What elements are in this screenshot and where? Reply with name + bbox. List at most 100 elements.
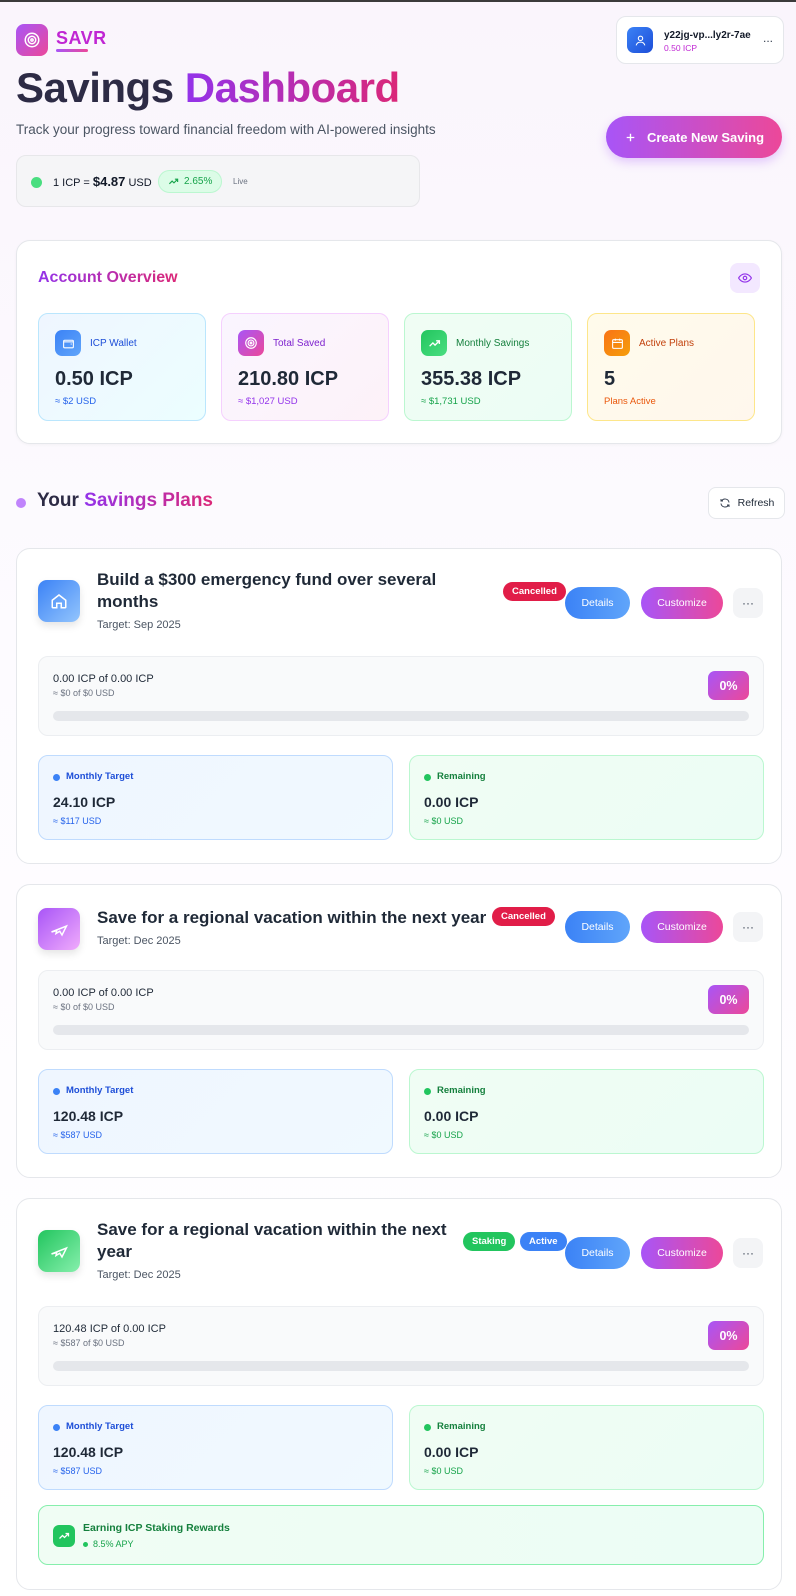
remaining-value: 0.00 ICP (424, 1444, 479, 1460)
remaining-label: Remaining (437, 771, 486, 782)
customize-button[interactable]: Customize (641, 587, 723, 619)
staking-rewards-title: Earning ICP Staking Rewards (83, 1522, 230, 1534)
create-new-saving-button[interactable]: Create New Saving (606, 116, 782, 158)
savr-logo[interactable] (16, 24, 48, 56)
toggle-visibility-button[interactable] (730, 263, 760, 293)
target-icon (24, 32, 40, 48)
icp-price-value: $4.87 (92, 174, 126, 189)
icp-price-unit: USD (128, 177, 152, 189)
stat-subvalue: ≈ $2 USD (55, 396, 97, 407)
monthly-target-label: Monthly Target (66, 1421, 134, 1432)
wallet-icon (55, 330, 81, 356)
eye-icon (738, 273, 752, 283)
user-menu-more-icon[interactable]: ... (763, 31, 773, 45)
more-options-button[interactable]: ··· (733, 912, 763, 942)
more-options-button[interactable]: ··· (733, 588, 763, 618)
stat-subvalue: ≈ $1,027 USD (238, 396, 298, 407)
user-principal-id: y22jg-vp...ly2r-7ae (664, 30, 751, 41)
trending-up-icon (53, 1525, 75, 1547)
status-badge-active: Active (520, 1232, 567, 1251)
icp-price-label: 1 ICP = (53, 177, 93, 189)
progress-amount: 0.00 ICP of 0.00 ICP (53, 987, 154, 999)
plan-target-date: Target: Dec 2025 (97, 1269, 181, 1281)
monthly-target-panel: Monthly Target 24.10 ICP ≈ $117 USD (38, 755, 393, 840)
price-change-value: 2.65% (184, 176, 213, 187)
remaining-panel: Remaining 0.00 ICP ≈ $0 USD (409, 755, 764, 840)
refresh-button[interactable]: Refresh (708, 487, 785, 519)
progress-amount: 0.00 ICP of 0.00 ICP (53, 673, 154, 685)
account-overview-card: Account Overview ICP Wallet 0.50 ICP ≈ $… (16, 240, 782, 444)
refresh-label: Refresh (737, 497, 775, 509)
plane-icon (38, 908, 80, 950)
remaining-usd: ≈ $0 USD (424, 816, 463, 826)
monthly-target-panel: Monthly Target 120.48 ICP ≈ $587 USD (38, 1069, 393, 1154)
status-badge-cancelled: Cancelled (492, 907, 555, 926)
remaining-value: 0.00 ICP (424, 794, 479, 810)
progress-percent-badge: 0% (708, 1321, 749, 1350)
target-icon (238, 330, 264, 356)
monthly-target-dot (53, 774, 60, 781)
plan-title: Build a $300 emergency fund over several… (97, 570, 437, 611)
page-title: Savings Dashboard (16, 64, 400, 112)
monthly-target-value: 120.48 ICP (53, 1444, 124, 1460)
stat-value: 210.80 ICP (238, 368, 339, 390)
trending-up-icon (421, 330, 447, 356)
stat-total-saved: Total Saved 210.80 ICP ≈ $1,027 USD (221, 313, 389, 421)
live-label: Live (233, 177, 248, 186)
savings-plan-card: Save for a regional vacation within the … (16, 884, 782, 1178)
staking-rewards-panel: Earning ICP Staking Rewards 8.5% APY (38, 1505, 764, 1565)
trending-up-icon (168, 178, 179, 185)
savings-plan-card: Build a $300 emergency fund over several… (16, 548, 782, 864)
stat-label: ICP Wallet (90, 338, 137, 349)
monthly-target-dot (53, 1088, 60, 1095)
home-icon (38, 580, 80, 622)
progress-bar (53, 1025, 749, 1035)
monthly-target-value: 120.48 ICP (53, 1108, 124, 1124)
progress-bar (53, 1361, 749, 1371)
monthly-target-usd: ≈ $117 USD (53, 816, 102, 826)
stat-value: 0.50 ICP (55, 368, 133, 390)
remaining-dot (424, 774, 431, 781)
staking-apy: 8.5% APY (93, 1539, 134, 1549)
plan-title: Save for a regional vacation within the … (97, 1220, 447, 1261)
page-subtitle: Track your progress toward financial fre… (16, 122, 436, 137)
live-status-dot (31, 177, 42, 188)
remaining-usd: ≈ $0 USD (424, 1466, 463, 1476)
status-badge-staking: Staking (463, 1232, 516, 1251)
page-title-prefix: Savings (16, 64, 174, 111)
stat-label: Total Saved (273, 338, 326, 349)
details-button[interactable]: Details (565, 1237, 630, 1269)
stat-monthly-savings: Monthly Savings 355.38 ICP ≈ $1,731 USD (404, 313, 572, 421)
plus-icon (626, 133, 635, 141)
customize-button[interactable]: Customize (641, 1237, 723, 1269)
monthly-target-dot (53, 1424, 60, 1431)
savings-plans-title-prefix: Your (37, 490, 79, 511)
icp-price-ticker: 1 ICP = $4.87 USD 2.65% Live (16, 155, 420, 207)
plan-target-date: Target: Dec 2025 (97, 935, 181, 947)
stat-label: Active Plans (639, 338, 695, 349)
remaining-usd: ≈ $0 USD (424, 1130, 463, 1140)
remaining-panel: Remaining 0.00 ICP ≈ $0 USD (409, 1405, 764, 1490)
savings-plan-card: Save for a regional vacation within the … (16, 1198, 782, 1590)
monthly-target-value: 24.10 ICP (53, 794, 116, 810)
stat-active-plans: Active Plans 5 Plans Active (587, 313, 755, 421)
stat-subvalue: ≈ $1,731 USD (421, 396, 481, 407)
monthly-target-panel: Monthly Target 120.48 ICP ≈ $587 USD (38, 1405, 393, 1490)
user-account-card[interactable]: y22jg-vp...ly2r-7ae 0.50 ICP ... (616, 16, 784, 64)
stat-icp-wallet: ICP Wallet 0.50 ICP ≈ $2 USD (38, 313, 206, 421)
more-options-button[interactable]: ··· (733, 1238, 763, 1268)
details-button[interactable]: Details (565, 911, 630, 943)
customize-button[interactable]: Customize (641, 911, 723, 943)
monthly-target-usd: ≈ $587 USD (53, 1130, 102, 1140)
savings-plans-title-accent: Savings Plans (84, 490, 213, 511)
plane-icon (38, 1230, 80, 1272)
details-button[interactable]: Details (565, 587, 630, 619)
monthly-target-label: Monthly Target (66, 771, 134, 782)
calendar-icon (604, 330, 630, 356)
account-overview-title: Account Overview (38, 269, 178, 286)
user-icon (627, 27, 653, 53)
status-badge-cancelled: Cancelled (503, 582, 566, 601)
monthly-target-usd: ≈ $587 USD (53, 1466, 102, 1476)
stat-value: 355.38 ICP (421, 368, 522, 390)
section-dot (16, 498, 26, 508)
